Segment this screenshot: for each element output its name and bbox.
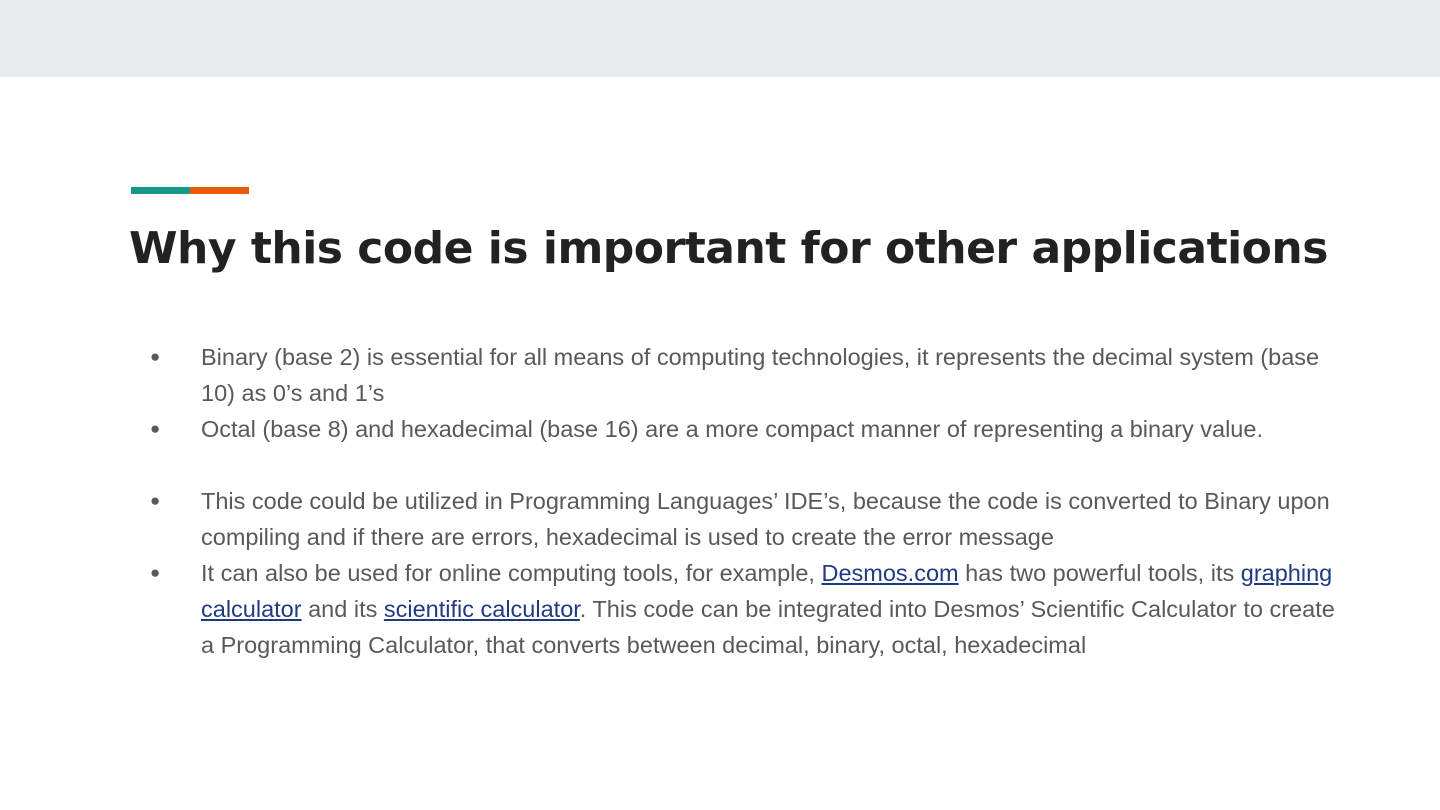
accent-teal-segment bbox=[131, 187, 190, 194]
bullet-dot: ● bbox=[150, 419, 161, 438]
bullet-dot: ● bbox=[150, 491, 161, 510]
bullet-text: This code could be utilized in Programmi… bbox=[201, 488, 1330, 550]
title-accent-bar bbox=[131, 187, 249, 194]
accent-orange-segment bbox=[190, 187, 249, 194]
bullet-list: ● Binary (base 2) is essential for all m… bbox=[150, 339, 1350, 663]
slide-title: Why this code is important for other app… bbox=[129, 223, 1328, 274]
bullet-text-part: and its bbox=[301, 596, 384, 622]
bullet-dot: ● bbox=[150, 347, 161, 366]
bullet-text: Binary (base 2) is essential for all mea… bbox=[201, 344, 1320, 406]
bullet-item-online-tools: ● It can also be used for online computi… bbox=[150, 555, 1350, 663]
bullet-dot: ● bbox=[150, 563, 161, 582]
scientific-calculator-link[interactable]: scientific calculator bbox=[384, 596, 580, 622]
bullet-item-binary: ● Binary (base 2) is essential for all m… bbox=[150, 339, 1350, 411]
blank-line bbox=[150, 447, 1350, 483]
desmos-link[interactable]: Desmos.com bbox=[822, 560, 959, 586]
slide: Why this code is important for other app… bbox=[0, 77, 1440, 810]
top-band bbox=[0, 0, 1440, 77]
bullet-text-part: It can also be used for online computing… bbox=[201, 560, 822, 586]
bullet-item-ide: ● This code could be utilized in Program… bbox=[150, 483, 1350, 555]
bullet-text: Octal (base 8) and hexadecimal (base 16)… bbox=[201, 416, 1263, 442]
bullet-text-part: has two powerful tools, its bbox=[958, 560, 1241, 586]
bullet-item-octal-hex: ● Octal (base 8) and hexadecimal (base 1… bbox=[150, 411, 1350, 447]
